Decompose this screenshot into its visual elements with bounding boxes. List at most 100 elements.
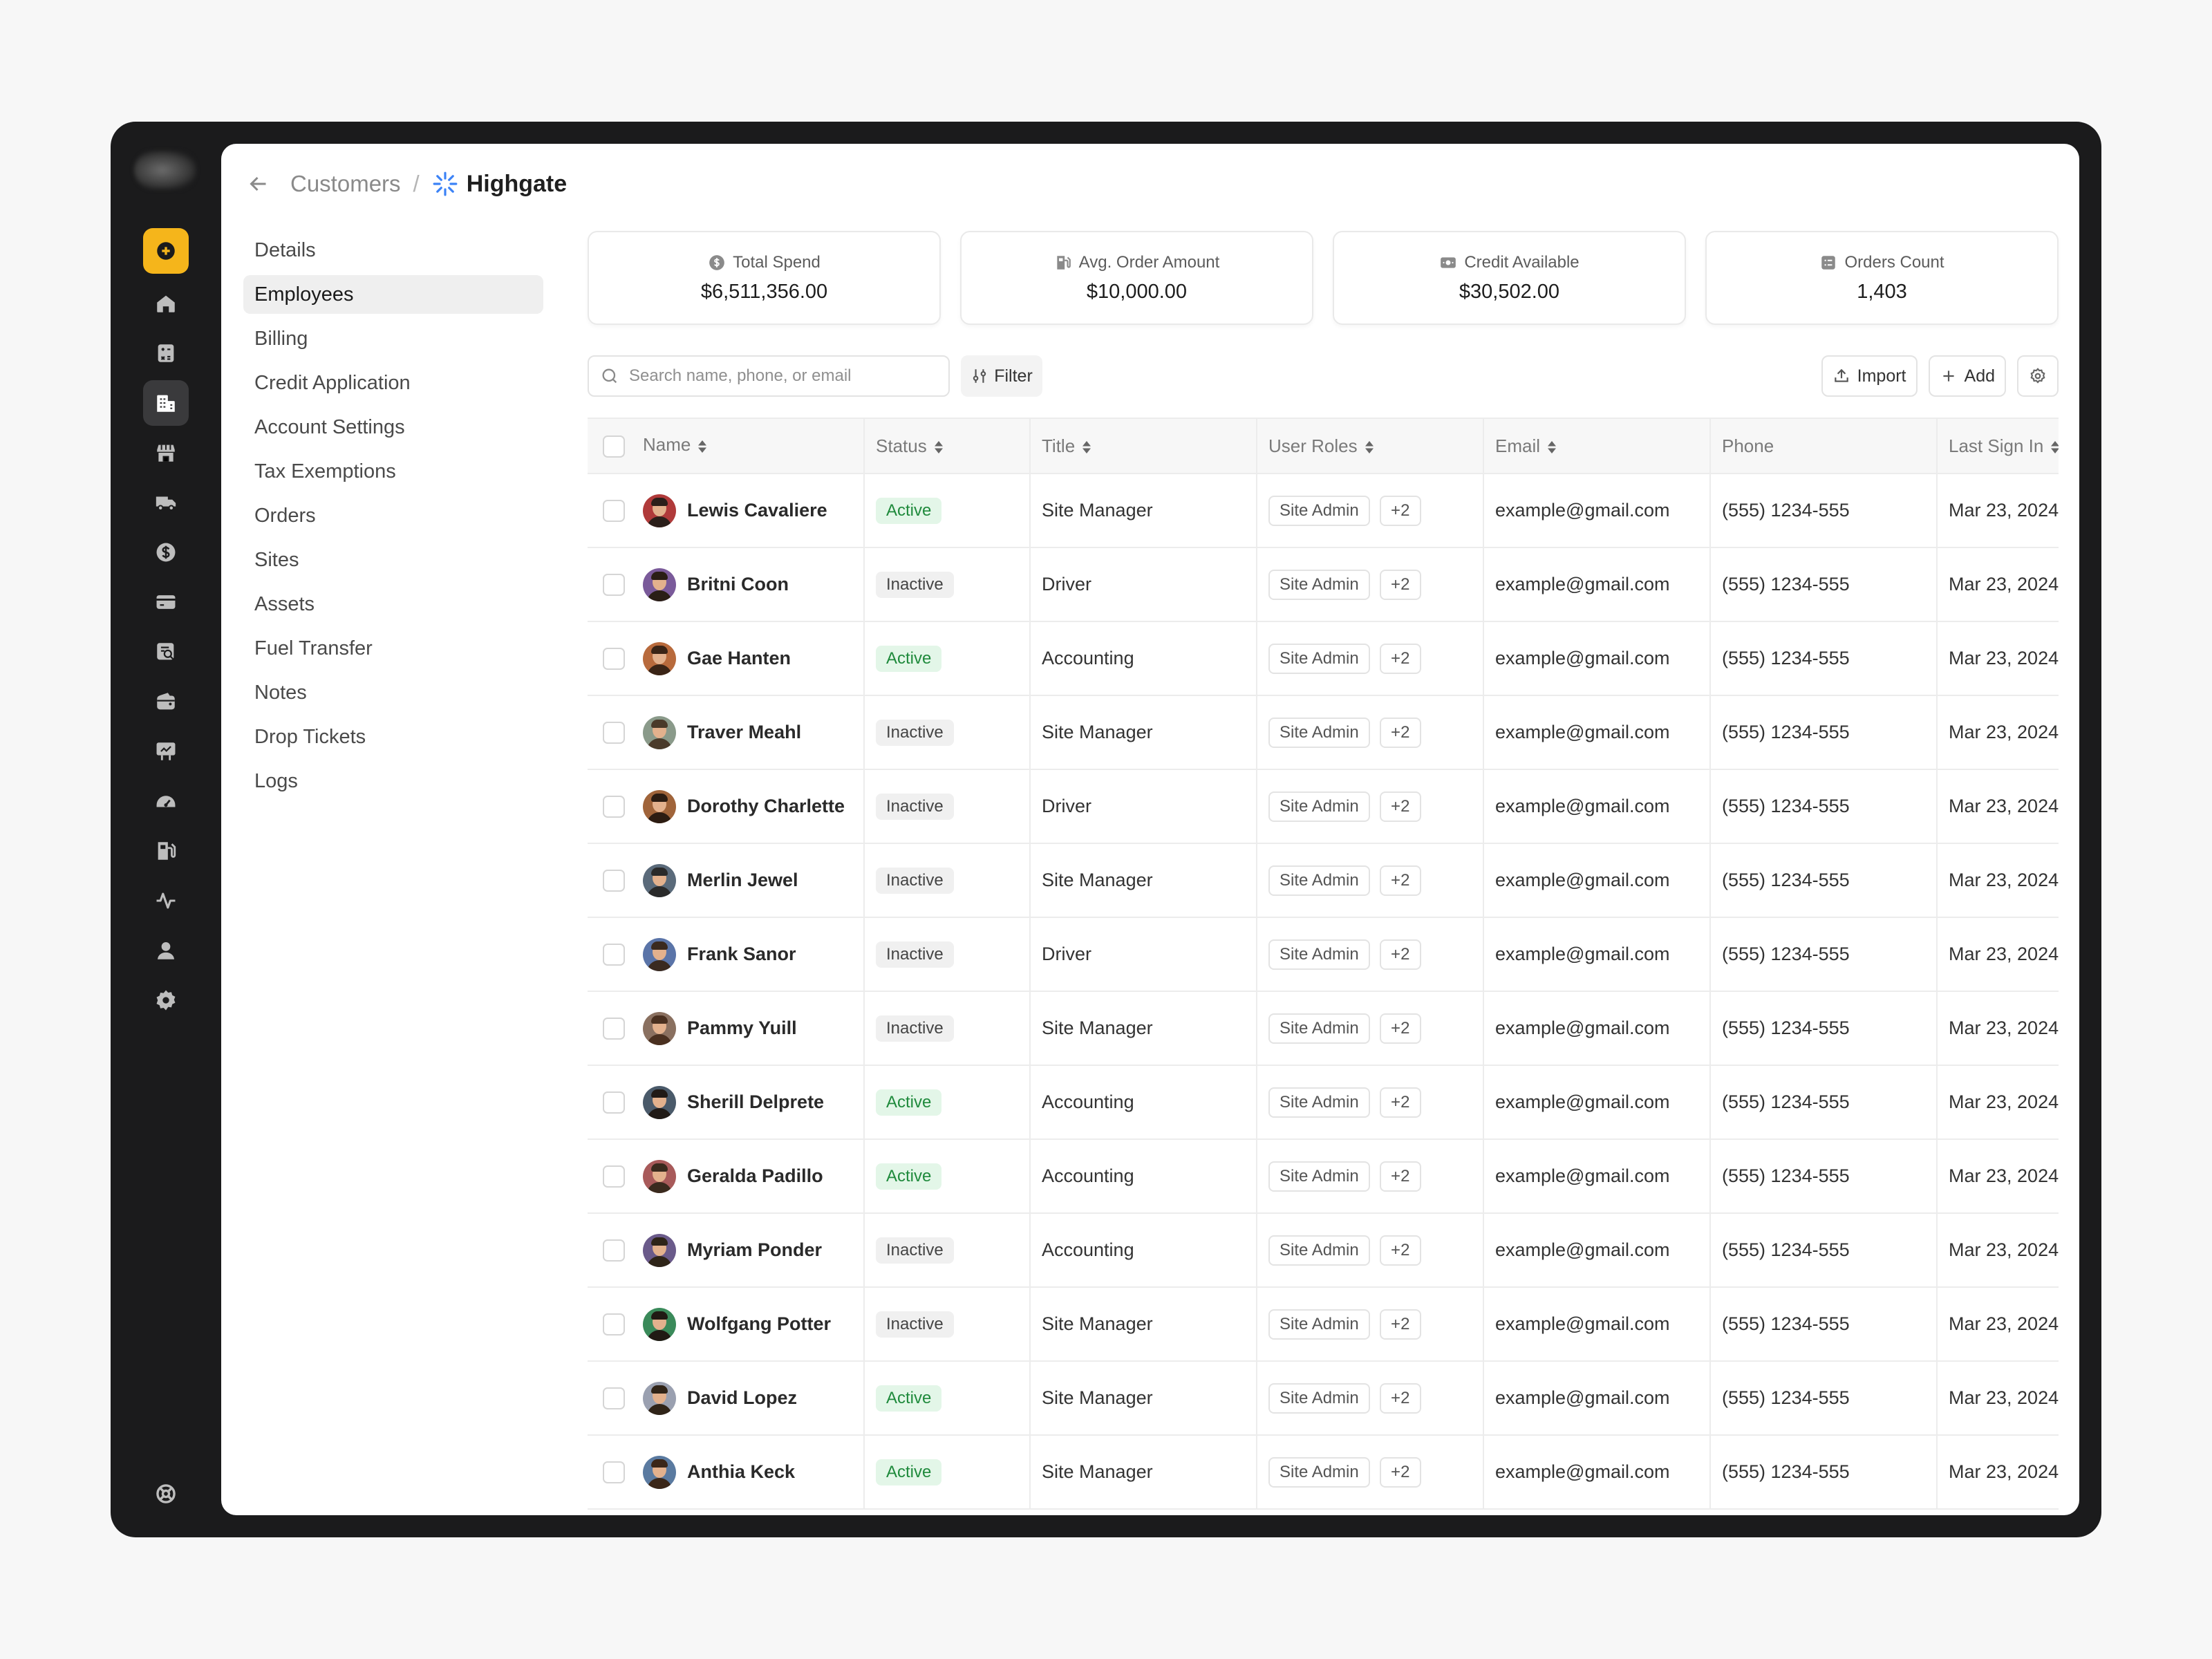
row-checkbox[interactable] [603, 1091, 625, 1114]
employee-name[interactable]: Merlin Jewel [687, 870, 798, 891]
table-row[interactable]: Frank Sanor Inactive Driver Site Admin +2 exa… [588, 917, 2059, 992]
table-row[interactable]: Pammy Yuill Inactive Site Manager Site Admi… [588, 991, 2059, 1066]
table-row[interactable]: David Lopez Active Site Manager Site Admin +… [588, 1361, 2059, 1436]
sort-icon[interactable] [1080, 439, 1093, 456]
subnav-item-drop-tickets[interactable]: Drop Tickets [243, 718, 543, 756]
row-checkbox[interactable] [603, 1017, 625, 1040]
subnav-item-sites[interactable]: Sites [243, 541, 543, 579]
more-roles-button[interactable]: +2 [1379, 717, 1421, 748]
subnav-item-fuel-transfer[interactable]: Fuel Transfer [243, 629, 543, 668]
more-roles-button[interactable]: +2 [1379, 1456, 1421, 1488]
employee-name[interactable]: Anthia Keck [687, 1461, 795, 1483]
home-icon[interactable] [143, 281, 189, 326]
more-roles-button[interactable]: +2 [1379, 1087, 1421, 1118]
more-roles-button[interactable]: +2 [1379, 1382, 1421, 1414]
calculator-icon[interactable] [143, 330, 189, 376]
select-all-checkbox[interactable] [603, 435, 625, 458]
table-settings-button[interactable] [2017, 355, 2059, 397]
breadcrumb-customers-link[interactable]: Customers [290, 171, 401, 197]
row-checkbox[interactable] [603, 1313, 625, 1335]
employee-name[interactable]: Geralda Padillo [687, 1165, 823, 1187]
wallet-icon[interactable] [143, 679, 189, 724]
employee-name[interactable]: Wolfgang Potter [687, 1313, 831, 1335]
report-search-icon[interactable] [143, 629, 189, 675]
subnav-item-credit-application[interactable]: Credit Application [243, 364, 543, 402]
row-checkbox[interactable] [603, 573, 625, 596]
table-row[interactable]: Dorothy Charlette Inactive Driver Site Admi… [588, 769, 2059, 844]
gauge-icon[interactable] [143, 778, 189, 824]
subnav-item-orders[interactable]: Orders [243, 496, 543, 535]
table-row[interactable]: Gae Hanten Active Accounting Site Admin +2 ex… [588, 621, 2059, 696]
subnav-item-notes[interactable]: Notes [243, 673, 543, 712]
row-checkbox[interactable] [603, 1165, 625, 1188]
search-input[interactable] [629, 366, 933, 386]
subnav-item-logs[interactable]: Logs [243, 762, 543, 800]
more-roles-button[interactable]: +2 [1379, 1309, 1421, 1340]
row-checkbox[interactable] [603, 647, 625, 670]
billboard-icon[interactable] [143, 729, 189, 774]
subnav-item-details[interactable]: Details [243, 231, 543, 270]
row-checkbox[interactable] [603, 1239, 625, 1262]
user-icon[interactable] [143, 928, 189, 973]
truck-icon[interactable] [143, 480, 189, 525]
subnav-item-assets[interactable]: Assets [243, 585, 543, 624]
dollar-icon[interactable] [143, 529, 189, 575]
more-roles-button[interactable]: +2 [1379, 791, 1421, 822]
sort-icon[interactable] [1363, 439, 1376, 456]
column-header-user-roles[interactable]: User Roles [1256, 418, 1483, 474]
lifebuoy-icon[interactable] [143, 1471, 189, 1517]
table-row[interactable]: Britni Coon Inactive Driver Site Admin +2 exa… [588, 547, 2059, 622]
credit-card-icon[interactable] [143, 579, 189, 625]
back-arrow-icon[interactable] [246, 171, 271, 196]
column-header-title[interactable]: Title [1029, 418, 1257, 474]
add-button[interactable]: Add [1928, 355, 2006, 397]
column-header-status[interactable]: Status [863, 418, 1030, 474]
table-row[interactable]: Wolfgang Potter Inactive Site Manager Site … [588, 1287, 2059, 1362]
search-box[interactable] [588, 355, 950, 397]
table-row[interactable]: Myriam Ponder Inactive Accounting Site Admi… [588, 1213, 2059, 1288]
row-checkbox[interactable] [603, 943, 625, 966]
subnav-item-account-settings[interactable]: Account Settings [243, 408, 543, 447]
column-header-last-sign-in[interactable]: Last Sign In [1936, 418, 2059, 474]
employee-name[interactable]: Gae Hanten [687, 648, 791, 669]
activity-icon[interactable] [143, 878, 189, 924]
table-row[interactable]: Merlin Jewel Inactive Site Manager Site Adm… [588, 843, 2059, 918]
more-roles-button[interactable]: +2 [1379, 1235, 1421, 1266]
gear-icon[interactable] [143, 977, 189, 1023]
plus-circle-icon[interactable] [143, 228, 189, 274]
subnav-item-tax-exemptions[interactable]: Tax Exemptions [243, 452, 543, 491]
column-header-phone[interactable]: Phone [1709, 418, 1937, 474]
table-row[interactable]: Sherill Delprete Active Accounting Site Adm… [588, 1065, 2059, 1140]
employee-name[interactable]: Frank Sanor [687, 944, 796, 965]
employee-name[interactable]: Myriam Ponder [687, 1239, 822, 1261]
employee-name[interactable]: Lewis Cavaliere [687, 500, 827, 521]
row-checkbox[interactable] [603, 721, 625, 744]
sort-icon[interactable] [932, 439, 945, 456]
row-checkbox[interactable] [603, 1461, 625, 1483]
table-row[interactable]: Lewis Cavaliere Active Site Manager Site Ad… [588, 474, 2059, 548]
subnav-item-employees[interactable]: Employees [243, 275, 543, 314]
more-roles-button[interactable]: +2 [1379, 939, 1421, 970]
filter-button[interactable]: Filter [961, 355, 1042, 397]
more-roles-button[interactable]: +2 [1379, 495, 1421, 526]
row-checkbox[interactable] [603, 499, 625, 522]
employee-name[interactable]: Dorothy Charlette [687, 796, 845, 817]
more-roles-button[interactable]: +2 [1379, 1161, 1421, 1192]
column-header-email[interactable]: Email [1483, 418, 1710, 474]
table-row[interactable]: Geralda Padillo Active Accounting Site Admi… [588, 1139, 2059, 1214]
store-icon[interactable] [143, 430, 189, 476]
sort-icon[interactable] [696, 438, 709, 455]
more-roles-button[interactable]: +2 [1379, 569, 1421, 600]
column-header-name[interactable]: Name [588, 418, 864, 474]
employee-name[interactable]: Pammy Yuill [687, 1018, 797, 1039]
row-checkbox[interactable] [603, 869, 625, 892]
building-icon[interactable] [143, 380, 189, 426]
more-roles-button[interactable]: +2 [1379, 643, 1421, 674]
employee-name[interactable]: David Lopez [687, 1387, 797, 1409]
more-roles-button[interactable]: +2 [1379, 865, 1421, 896]
row-checkbox[interactable] [603, 795, 625, 818]
sort-icon[interactable] [2049, 439, 2059, 456]
table-row[interactable]: Traver Meahl Inactive Site Manager Site Adm… [588, 695, 2059, 770]
employee-name[interactable]: Traver Meahl [687, 722, 801, 743]
more-roles-button[interactable]: +2 [1379, 1013, 1421, 1044]
